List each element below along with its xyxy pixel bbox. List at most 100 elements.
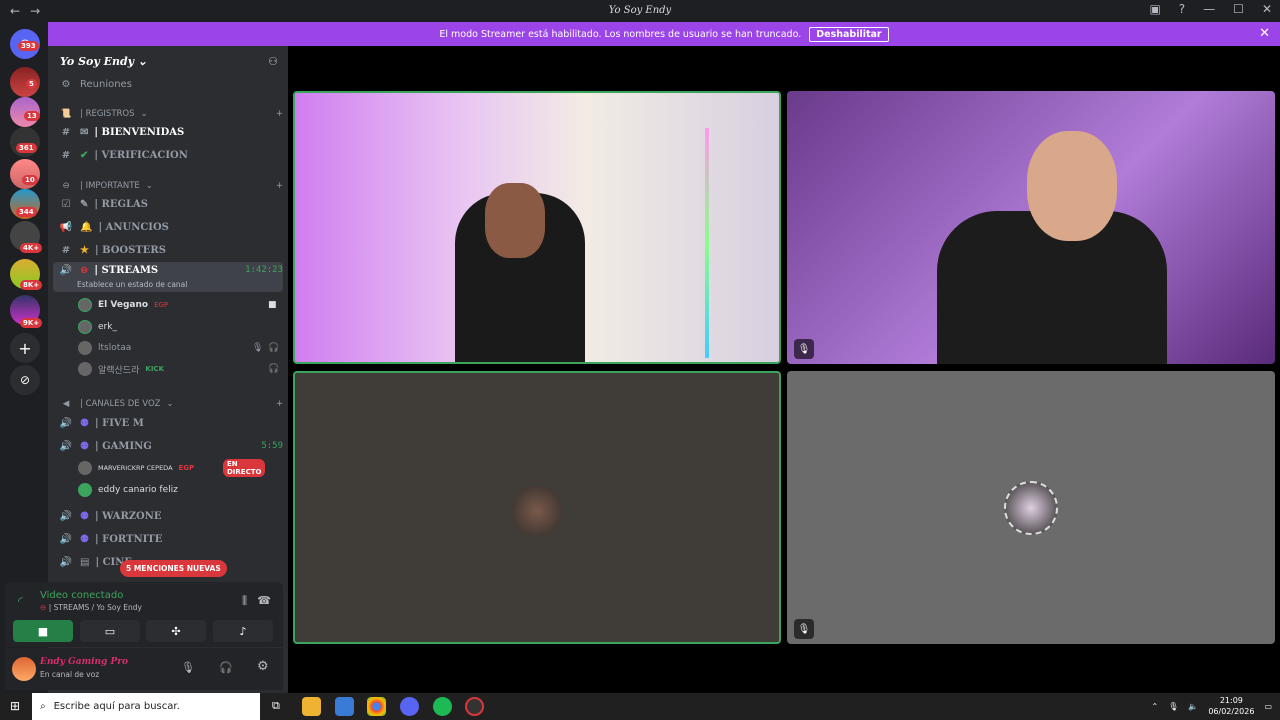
add-channel-icon[interactable]: + — [276, 109, 283, 119]
channel-gaming[interactable]: 🔊 ⚉ | GAMING 5:59 — [58, 436, 283, 456]
video-tile-speaking[interactable] — [293, 91, 781, 364]
signal-icon[interactable]: ◜ — [18, 594, 23, 608]
screen-share-button[interactable]: ▭ — [80, 620, 140, 642]
avatar — [78, 298, 92, 312]
video-tile[interactable]: 🎙 — [787, 371, 1275, 644]
connection-channel[interactable]: ⊖ | STREAMS / Yo Soy Endy — [40, 603, 142, 612]
video-grid: 🎙 🎙 — [288, 46, 1280, 693]
light-bar — [705, 128, 709, 358]
camera-button[interactable]: ■ — [13, 620, 73, 642]
obs-icon[interactable] — [465, 697, 484, 716]
chevron-up-icon[interactable]: ⌃ — [1152, 702, 1159, 711]
add-channel-icon[interactable]: + — [276, 181, 283, 191]
video-tile[interactable]: 🎙 — [787, 91, 1275, 364]
channel-verificacion[interactable]: # ✔ | VERIFICACION — [58, 145, 283, 165]
category-voz[interactable]: ◀ | CANALES DE VOZ ⌄ + — [58, 394, 283, 414]
clock[interactable]: 21:09 06/02/2026 — [1208, 695, 1254, 717]
badge: 10 — [22, 175, 38, 185]
badge: 393 — [18, 41, 39, 51]
discord-taskbar-icon[interactable] — [400, 697, 419, 716]
avatar — [78, 320, 92, 334]
channel-fivem[interactable]: 🔊 ⚉ | FIVE M — [58, 413, 283, 433]
voice-user[interactable]: 알랙산드라 KICK 🎧 — [78, 362, 279, 376]
category-importante[interactable]: ⊖ | IMPORTANTE ⌄ + — [58, 176, 283, 196]
voice-user[interactable]: eddy canario feliz — [78, 483, 178, 497]
store-icon[interactable] — [335, 697, 354, 716]
headphones-icon[interactable]: 🎧 — [219, 661, 233, 674]
add-channel-icon[interactable]: + — [276, 399, 283, 409]
channel-anuncios[interactable]: 📢 🔔 | ANUNCIOS — [58, 217, 283, 237]
channel-bienvenidas[interactable]: # ✉ | BIENVENIDAS — [58, 122, 283, 142]
server-name[interactable]: Yo Soy Endy ⌄ — [60, 55, 147, 68]
close-button[interactable]: ✕ — [1262, 2, 1272, 16]
hash-icon: # — [61, 149, 71, 161]
check-icon: ✔ — [80, 149, 89, 161]
megaphone-icon: 📢 — [59, 221, 73, 233]
voice-user[interactable]: ltslotaa 🎙 🎧 — [78, 341, 279, 355]
activities-button[interactable]: ✣ — [146, 620, 206, 642]
new-mentions-pill[interactable]: 5 MENCIONES NUEVAS — [120, 560, 227, 577]
microphone-icon[interactable]: 🎙 — [181, 661, 195, 674]
volume-icon[interactable]: 🔈 — [1188, 702, 1198, 711]
soundboard-button[interactable]: ♪ — [213, 620, 273, 642]
hash-icon: # — [61, 244, 71, 256]
film-icon: ▤ — [80, 556, 90, 568]
badge: 8K+ — [20, 280, 43, 290]
bell-icon: 🔔 — [80, 221, 93, 233]
no-entry-icon: ⊖ — [62, 181, 70, 191]
streamer-mode-banner: El modo Streamer está habilitado. Los no… — [48, 22, 1280, 46]
meetings-channel[interactable]: ⚙ Reuniones — [58, 74, 283, 94]
video-tile-speaking[interactable] — [293, 371, 781, 644]
windows-taskbar: ⊞ ⌕ Escribe aquí para buscar. ⧉ ⌃ 🎙 🔈 21:… — [0, 693, 1280, 720]
help-icon[interactable]: ? — [1179, 2, 1185, 16]
voice-user[interactable]: erk_ — [78, 320, 117, 334]
badge: 13 — [24, 111, 40, 121]
noise-suppression-icon[interactable]: ⫼ — [242, 594, 247, 608]
speaker-icon: 🔊 — [59, 417, 73, 429]
category-registros[interactable]: 📜 | REGISTROS ⌄ + — [58, 104, 283, 124]
hash-icon: # — [61, 126, 71, 138]
badge: 5 — [26, 79, 37, 89]
close-icon[interactable]: ✕ — [1259, 26, 1270, 41]
channel-status[interactable]: Establece un estado de canal — [77, 280, 187, 289]
activities-icon: ✣ — [171, 624, 181, 638]
people-icon: ⚉ — [80, 510, 89, 522]
taskbar-search[interactable]: ⌕ Escribe aquí para buscar. — [32, 693, 260, 720]
system-tray: ⌃ 🎙 🔈 21:09 06/02/2026 ▭ — [1152, 695, 1273, 717]
settings-gear-icon[interactable]: ⚙ — [257, 659, 269, 674]
participant-face — [485, 183, 545, 258]
scroll-icon: 📜 — [60, 109, 72, 119]
maximize-button[interactable]: ☐ — [1233, 2, 1244, 16]
discover-icon[interactable]: ⊘ — [10, 365, 40, 395]
minimize-button[interactable]: — — [1203, 2, 1215, 16]
channel-fortnite[interactable]: 🔊 ⚉ | FORTNITE — [58, 529, 283, 549]
user-status: En canal de voz — [40, 670, 100, 679]
avatar — [78, 483, 92, 497]
notifications-icon[interactable]: ▭ — [1264, 702, 1272, 711]
badge: 9K+ — [20, 318, 43, 328]
voice-user[interactable]: MARVERICKRP CEPEDA EGP EN DIRECTO — [78, 459, 266, 477]
chrome-icon[interactable] — [367, 697, 386, 716]
channel-boosters[interactable]: # ★ | BOOSTERS — [58, 240, 283, 260]
channel-reglas[interactable]: ☑ ✎ | REGLAS — [58, 194, 283, 214]
badge: 361 — [16, 143, 37, 153]
username[interactable]: Endy Gaming Pro — [40, 657, 128, 667]
screen-share-icon: ▭ — [104, 624, 116, 638]
task-view-icon[interactable]: ⧉ — [272, 699, 280, 713]
add-member-icon[interactable]: ⚇ — [268, 55, 278, 68]
microphone-icon[interactable]: 🎙 — [1168, 702, 1178, 711]
disable-button[interactable]: Deshabilitar — [809, 26, 889, 42]
disconnect-icon[interactable]: ☎ — [257, 594, 271, 607]
mic-muted-icon: 🎙 — [794, 619, 814, 639]
windows-start-icon[interactable]: ⊞ — [10, 699, 20, 713]
file-explorer-icon[interactable] — [302, 697, 321, 716]
inbox-icon[interactable]: ▣ — [1149, 2, 1160, 16]
banner-text: El modo Streamer está habilitado. Los no… — [439, 28, 802, 40]
spotify-icon[interactable] — [433, 697, 452, 716]
voice-user[interactable]: El Vegano EGP ■ — [78, 298, 277, 312]
avatar[interactable] — [12, 657, 36, 681]
add-server-icon[interactable]: + — [10, 333, 40, 363]
channel-warzone[interactable]: 🔊 ⚉ | WARZONE — [58, 506, 283, 526]
channel-streams[interactable]: 🔊 ⊖ | STREAMS 1:42:23 Establece un estado … — [53, 262, 283, 292]
avatar — [78, 362, 92, 376]
